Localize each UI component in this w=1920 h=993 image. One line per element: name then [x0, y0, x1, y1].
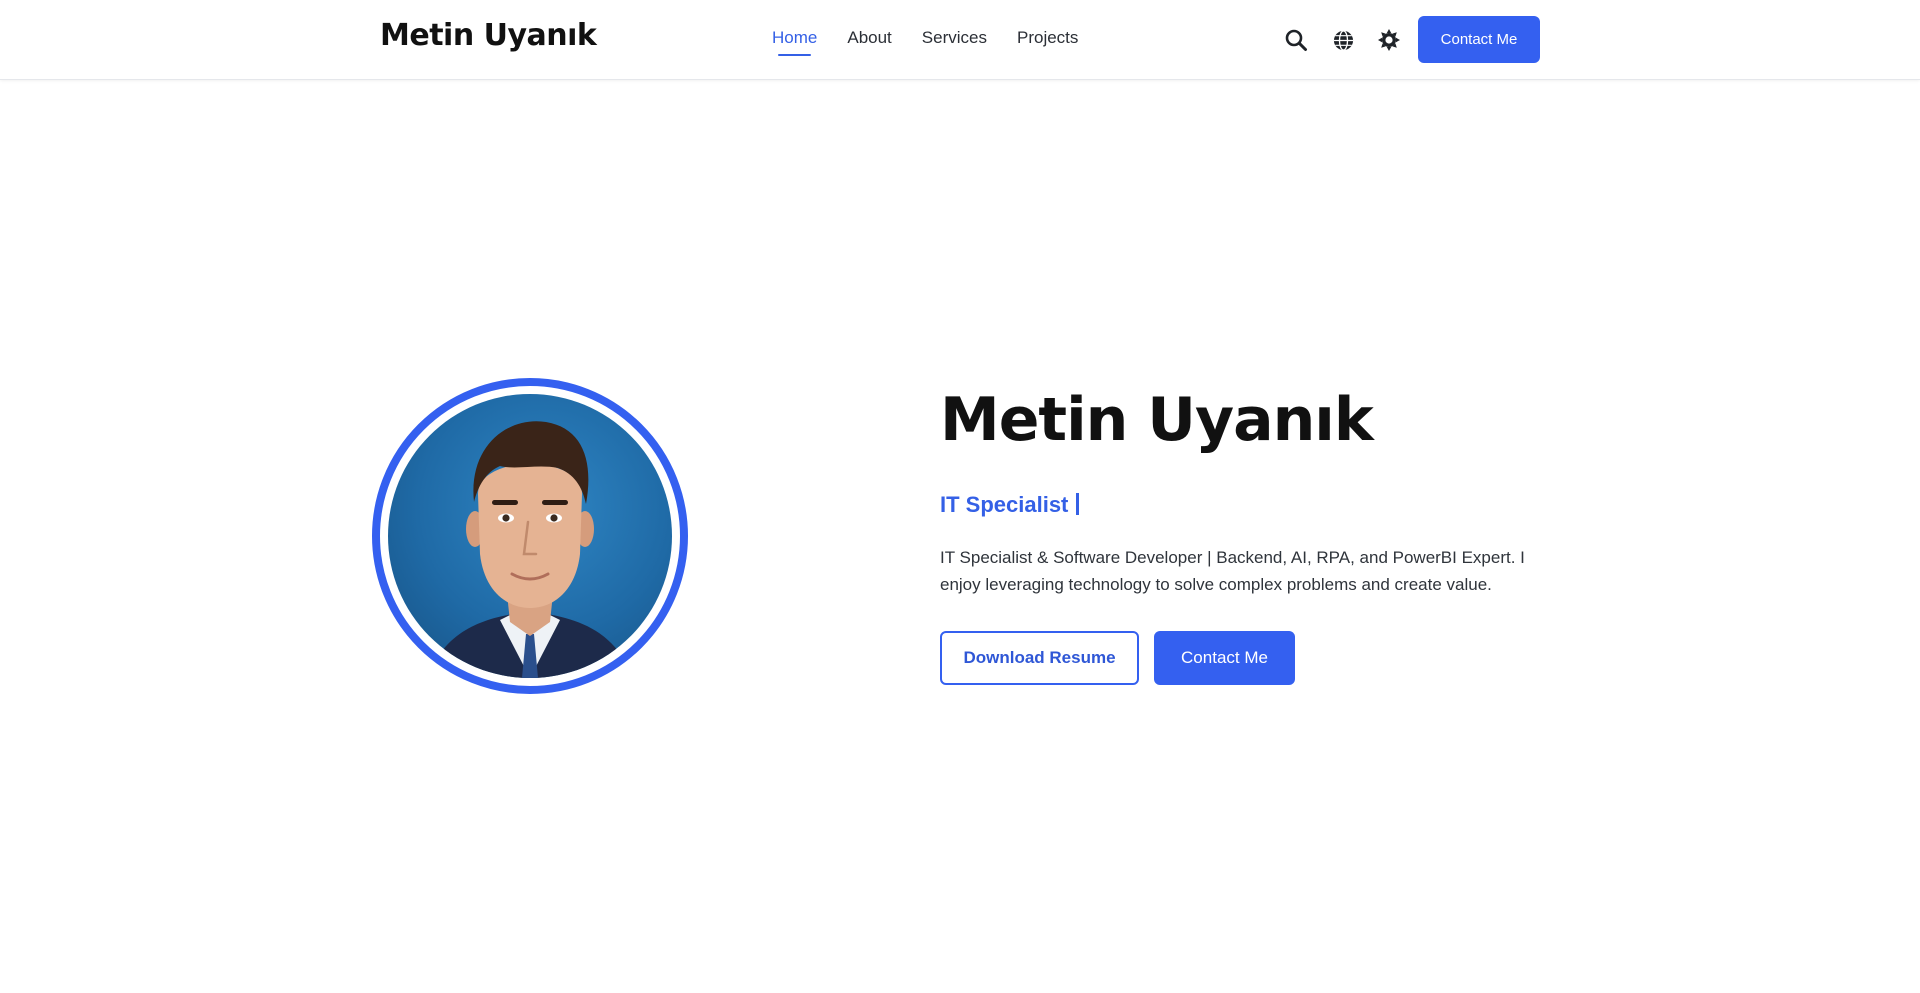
hero-subtitle: IT Specialist	[940, 492, 1080, 518]
download-resume-button[interactable]: Download Resume	[940, 631, 1139, 685]
nav-item-services[interactable]: Services	[922, 28, 987, 54]
search-icon[interactable]	[1282, 26, 1310, 54]
nav-item-projects[interactable]: Projects	[1017, 28, 1078, 54]
theme-toggle-icon[interactable]	[1375, 26, 1403, 54]
nav-item-home[interactable]: Home	[772, 28, 817, 56]
main-nav: Home About Services Projects	[772, 28, 1078, 56]
hero-subtitle-text: IT Specialist	[940, 492, 1069, 517]
contact-me-button[interactable]: Contact Me	[1154, 631, 1295, 685]
profile-photo-frame	[372, 378, 688, 694]
globe-icon[interactable]	[1329, 26, 1357, 54]
hero-title: Metin Uyanık	[940, 385, 1374, 455]
nav-item-about[interactable]: About	[847, 28, 891, 54]
header-contact-button[interactable]: Contact Me	[1418, 16, 1540, 63]
site-header: Metin Uyanık Home About Services Project…	[0, 0, 1920, 80]
brand-logo[interactable]: Metin Uyanık	[380, 18, 597, 53]
typing-cursor	[1076, 493, 1080, 515]
profile-photo	[388, 394, 672, 678]
hero-description: IT Specialist & Software Developer | Bac…	[940, 548, 1525, 594]
